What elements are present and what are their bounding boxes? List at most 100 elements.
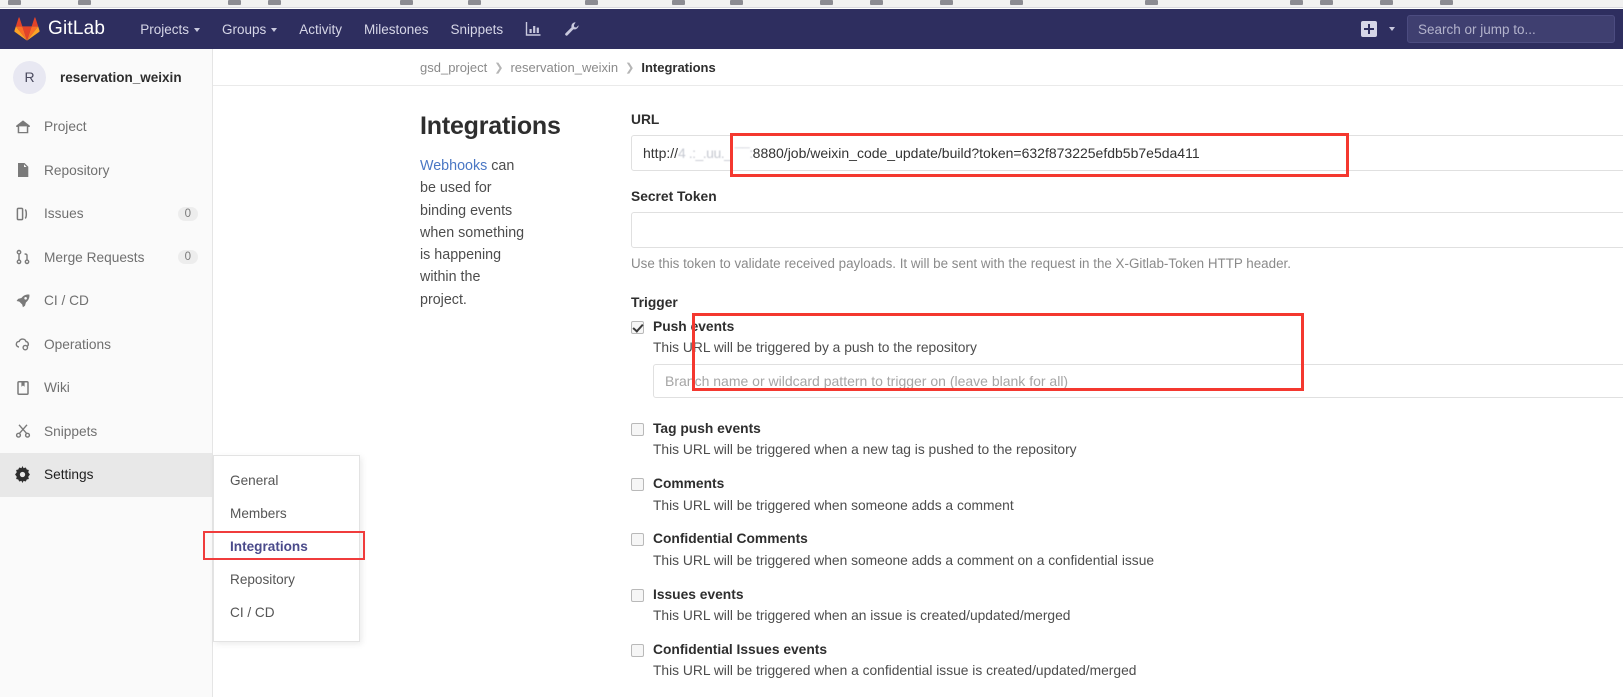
- secret-token-label: Secret Token: [631, 189, 717, 204]
- sidebar-item-ci-cd-label: CI / CD: [44, 293, 89, 309]
- browser-tab-stub: [400, 0, 413, 5]
- trigger-confidential-comments[interactable]: Confidential Comments This URL will be t…: [631, 530, 1623, 569]
- settings-submenu-members[interactable]: Members: [214, 497, 359, 530]
- sidebar-item-snippets[interactable]: Snippets: [0, 410, 212, 454]
- project-sidebar: R reservation_weixin Project Repository …: [0, 49, 213, 697]
- webhook-form: URL http://4 .:_.uu._ ¯¯: 8880/job/weixin…: [525, 112, 1623, 693]
- avatar: R: [13, 60, 46, 94]
- sidebar-item-issues[interactable]: Issues 0: [0, 192, 212, 236]
- trigger-issues-events-body: Issues events This URL will be triggered…: [653, 586, 1623, 625]
- sidebar-item-operations[interactable]: Operations: [0, 323, 212, 367]
- sidebar-item-snippets-label: Snippets: [44, 423, 98, 439]
- url-input[interactable]: http://4 .:_.uu._ ¯¯: 8880/job/weixin_cod…: [631, 135, 1623, 171]
- trigger-tag-push-events-checkbox[interactable]: [631, 423, 644, 437]
- trigger-confidential-issues-events-title: Confidential Issues events: [653, 641, 828, 657]
- trigger-confidential-issues-events-desc: This URL will be triggered when a confid…: [653, 663, 1137, 679]
- browser-tab-stub: [78, 0, 91, 5]
- settings-submenu-repository[interactable]: Repository: [214, 563, 359, 596]
- browser-tab-stub: [8, 0, 21, 5]
- nav-link-groups[interactable]: Groups: [211, 12, 288, 47]
- browser-tab-stub: [870, 0, 883, 5]
- trigger-comments-checkbox[interactable]: [631, 478, 644, 492]
- sidebar-project-header[interactable]: R reservation_weixin: [0, 49, 212, 105]
- sidebar-item-project[interactable]: Project: [0, 105, 212, 149]
- trigger-section-label: Trigger: [631, 295, 678, 310]
- trigger-confidential-comments-body: Confidential Comments This URL will be t…: [653, 530, 1623, 569]
- breadcrumb-separator: ❯: [625, 61, 635, 74]
- trigger-tag-push-events[interactable]: Tag push events This URL will be trigger…: [631, 420, 1623, 459]
- settings-body: Integrations Webhooks can be used for bi…: [213, 86, 1623, 693]
- wrench-admin-icon-glyph: [565, 22, 579, 36]
- trigger-tag-push-events-body: Tag push events This URL will be trigger…: [653, 420, 1623, 459]
- trigger-issues-events-checkbox[interactable]: [631, 588, 644, 602]
- browser-tab-stub: [940, 0, 953, 5]
- trigger-comments[interactable]: Comments This URL will be triggered when…: [631, 475, 1623, 514]
- trigger-confidential-issues-events-checkbox[interactable]: [631, 643, 644, 657]
- trigger-issues-events[interactable]: Issues events This URL will be triggered…: [631, 586, 1623, 625]
- url-value-prefix: http://: [643, 145, 679, 161]
- gitlab-brand[interactable]: GitLab: [14, 17, 105, 41]
- search-input[interactable]: [1407, 15, 1615, 43]
- trigger-comments-title: Comments: [653, 476, 725, 492]
- browser-tab-stub: [1290, 0, 1303, 5]
- nav-link-milestones[interactable]: Milestones: [353, 12, 440, 47]
- nav-link-activity[interactable]: Activity: [288, 12, 353, 47]
- browser-tab-stub: [1010, 0, 1023, 5]
- secret-token-help: Use this token to validate received payl…: [631, 256, 1291, 271]
- sidebar-item-wiki[interactable]: Wiki: [0, 366, 212, 410]
- trigger-push-events-checkbox[interactable]: [631, 321, 644, 334]
- wrench-admin-icon[interactable]: [553, 13, 591, 45]
- trigger-push-events-title: Push events: [653, 319, 735, 334]
- scissors-icon: [14, 423, 31, 440]
- breadcrumb-item-project[interactable]: reservation_weixin: [510, 60, 618, 75]
- sidebar-item-project-label: Project: [44, 119, 87, 135]
- trigger-push-events-body: Push events This URL will be triggered b…: [653, 318, 1623, 399]
- trigger-confidential-comments-checkbox[interactable]: [631, 533, 644, 547]
- settings-submenu-integrations[interactable]: Integrations: [214, 530, 359, 563]
- trigger-confidential-issues-events[interactable]: Confidential Issues events This URL will…: [631, 641, 1623, 680]
- push-events-branch-input[interactable]: [653, 364, 1623, 399]
- analytics-chart-icon-glyph: [525, 22, 541, 36]
- new-item-button[interactable]: [1349, 21, 1407, 37]
- trigger-confidential-comments-desc: This URL will be triggered when someone …: [653, 552, 1155, 568]
- webhooks-link[interactable]: Webhooks: [420, 158, 487, 174]
- sidebar-item-operations-label: Operations: [44, 336, 111, 352]
- url-value-redacted-host: 4 .:_.uu._ ¯¯:: [678, 145, 753, 161]
- trigger-confidential-issues-events-body: Confidential Issues events This URL will…: [653, 641, 1623, 680]
- section-intro-text: Webhooks can be used for binding events …: [420, 155, 525, 311]
- settings-submenu-ci-cd[interactable]: CI / CD: [214, 596, 359, 629]
- trigger-tag-push-events-desc: This URL will be triggered when a new ta…: [653, 442, 1077, 458]
- url-value-suffix: 8880/job/weixin_code_update/build?token=…: [752, 145, 1200, 161]
- secret-token-input[interactable]: [631, 212, 1623, 248]
- trigger-push-events[interactable]: Push events This URL will be triggered b…: [631, 318, 1623, 399]
- sidebar-item-merge-requests[interactable]: Merge Requests 0: [0, 236, 212, 280]
- browser-tab-strip: [0, 0, 1623, 8]
- nav-link-projects-label: Projects: [140, 21, 189, 37]
- sidebar-project-name: reservation_weixin: [60, 69, 182, 85]
- analytics-chart-icon[interactable]: [514, 13, 553, 45]
- sidebar-item-ci-cd[interactable]: CI / CD: [0, 279, 212, 323]
- sidebar-item-settings[interactable]: Settings: [0, 453, 212, 497]
- rocket-icon: [14, 292, 31, 309]
- sidebar-item-wiki-label: Wiki: [44, 380, 70, 396]
- nav-link-snippets[interactable]: Snippets: [440, 12, 515, 47]
- nav-link-projects[interactable]: Projects: [129, 12, 211, 47]
- breadcrumb-separator: ❯: [494, 61, 504, 74]
- navbar-links: Projects Groups Activity Milestones Snip…: [129, 12, 591, 47]
- sidebar-item-repository[interactable]: Repository: [0, 149, 212, 193]
- trigger-push-events-desc: This URL will be triggered by a push to …: [653, 340, 977, 356]
- trigger-issues-events-title: Issues events: [653, 586, 744, 602]
- cloud-gear-icon: [14, 336, 31, 353]
- browser-tab-stub: [1440, 0, 1453, 5]
- settings-submenu-general[interactable]: General: [214, 464, 359, 497]
- trigger-comments-desc: This URL will be triggered when someone …: [653, 497, 1014, 513]
- trigger-issues-events-desc: This URL will be triggered when an issue…: [653, 607, 1071, 623]
- navbar-right: [1349, 15, 1623, 43]
- breadcrumb-item-group[interactable]: gsd_project: [420, 60, 487, 75]
- browser-tab-stub: [585, 0, 598, 5]
- merge-icon: [14, 249, 31, 266]
- brand-label: GitLab: [48, 18, 106, 39]
- gitlab-tanuki-logo: [14, 17, 40, 41]
- sidebar-item-settings-label: Settings: [44, 467, 94, 483]
- document-icon: [14, 162, 31, 179]
